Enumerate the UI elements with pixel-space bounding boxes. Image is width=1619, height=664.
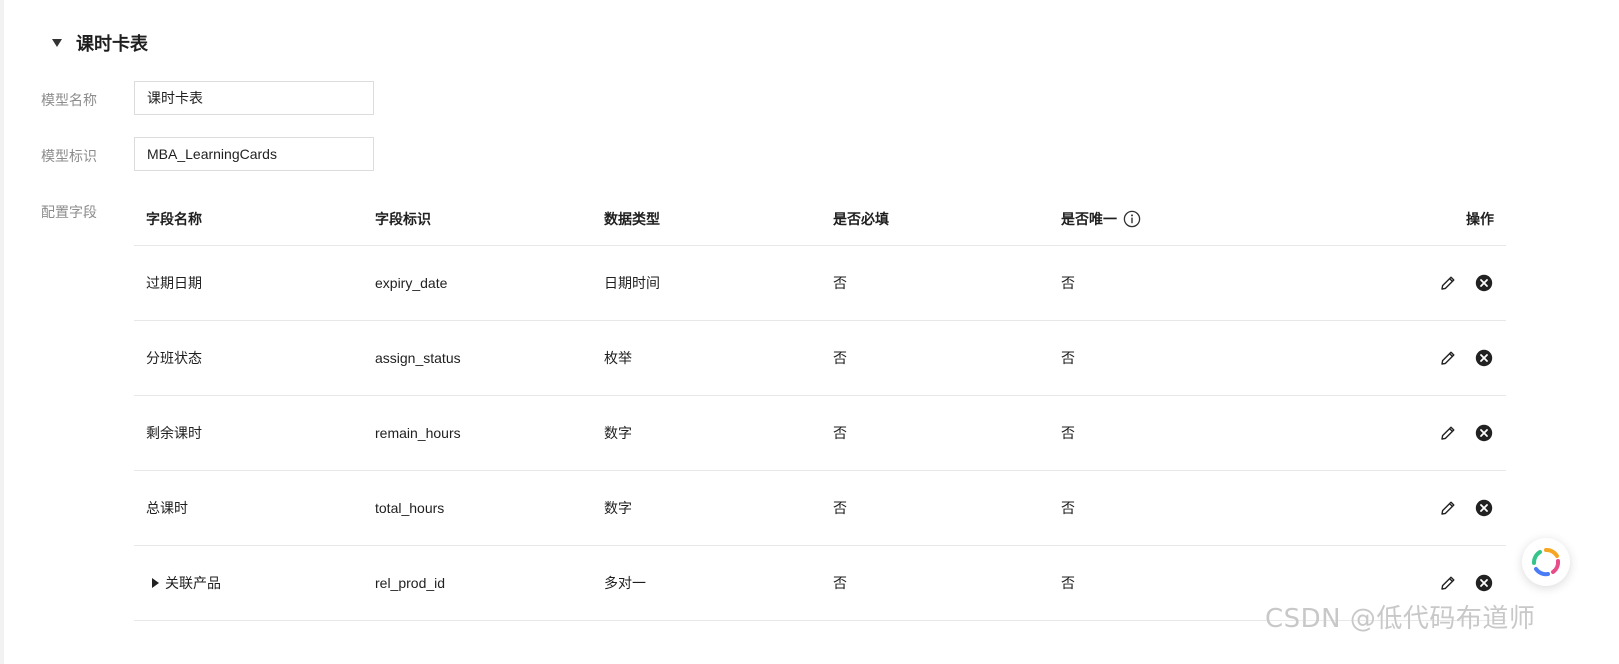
pencil-icon[interactable]: [1438, 423, 1458, 443]
cell-field-name: 分班状态: [146, 350, 202, 366]
table-row: 分班状态 assign_status 枚举 否 否: [134, 321, 1506, 396]
cell-required: 否: [833, 575, 847, 591]
close-circle-icon[interactable]: [1474, 498, 1494, 518]
cell-data-type: 数字: [604, 500, 632, 516]
close-circle-icon[interactable]: [1474, 423, 1494, 443]
header-required: 是否必填: [833, 210, 889, 227]
cell-required: 否: [833, 275, 847, 291]
model-name-input[interactable]: [134, 81, 374, 115]
close-circle-icon[interactable]: [1474, 573, 1494, 593]
cell-required: 否: [833, 500, 847, 516]
close-circle-icon[interactable]: [1474, 348, 1494, 368]
section-title: 课时卡表: [76, 34, 148, 54]
cell-field-identifier: remain_hours: [375, 425, 461, 441]
cell-field-identifier: rel_prod_id: [375, 575, 446, 591]
header-data-type: 数据类型: [604, 210, 660, 227]
table-row: 过期日期 expiry_date 日期时间 否 否: [134, 246, 1506, 321]
model-id-input[interactable]: [134, 137, 374, 171]
cell-data-type: 日期时间: [604, 275, 660, 291]
assistant-logo-icon[interactable]: [1522, 538, 1570, 586]
cell-field-name-group: 关联产品: [134, 573, 363, 593]
cell-data-type: 数字: [604, 425, 632, 441]
section-toggle[interactable]: 课时卡表: [52, 30, 148, 56]
model-id-label: 模型标识: [41, 148, 97, 164]
cell-unique: 否: [1061, 500, 1075, 516]
watermark: CSDN @低代码布道师: [1265, 604, 1536, 634]
cell-unique: 否: [1061, 275, 1075, 291]
table-row: 剩余课时 remain_hours 数字 否 否: [134, 396, 1506, 471]
pencil-icon[interactable]: [1438, 573, 1458, 593]
fields-table: 字段名称 字段标识 数据类型 是否必填 是否唯一 操作 过期日期 expiry_…: [134, 192, 1506, 621]
info-icon[interactable]: [1123, 210, 1141, 228]
close-circle-icon[interactable]: [1474, 273, 1494, 293]
header-field-identifier: 字段标识: [375, 210, 431, 227]
cell-unique: 否: [1061, 425, 1075, 441]
pencil-icon[interactable]: [1438, 498, 1458, 518]
cell-actions: [1277, 498, 1506, 518]
cell-data-type: 多对一: [604, 575, 646, 591]
header-unique: 是否唯一: [1061, 210, 1117, 227]
cell-data-type: 枚举: [604, 350, 632, 366]
cell-field-name: 剩余课时: [146, 425, 202, 441]
header-field-name: 字段名称: [146, 210, 202, 227]
table-header: 字段名称 字段标识 数据类型 是否必填 是否唯一 操作: [134, 192, 1506, 246]
cell-field-name: 总课时: [146, 500, 188, 516]
header-actions: 操作: [1466, 210, 1494, 227]
cell-required: 否: [833, 425, 847, 441]
fields-label: 配置字段: [41, 204, 97, 220]
cell-actions: [1277, 273, 1506, 293]
cell-field-identifier: expiry_date: [375, 275, 448, 291]
caret-right-icon[interactable]: [152, 578, 159, 588]
model-name-label: 模型名称: [41, 92, 97, 108]
cell-field-identifier: assign_status: [375, 350, 461, 366]
left-border: [0, 0, 4, 664]
pencil-icon[interactable]: [1438, 348, 1458, 368]
cell-actions: [1277, 573, 1506, 593]
header-unique-cell: 是否唯一: [1049, 209, 1277, 229]
cell-actions: [1277, 348, 1506, 368]
cell-field-name: 过期日期: [146, 275, 202, 291]
cell-field-name: 关联产品: [165, 575, 221, 591]
cell-field-identifier: total_hours: [375, 500, 445, 516]
cell-required: 否: [833, 350, 847, 366]
caret-down-icon[interactable]: [52, 39, 62, 47]
table-row: 总课时 total_hours 数字 否 否: [134, 471, 1506, 546]
pencil-icon[interactable]: [1438, 273, 1458, 293]
cell-unique: 否: [1061, 575, 1075, 591]
cell-unique: 否: [1061, 350, 1075, 366]
cell-actions: [1277, 423, 1506, 443]
